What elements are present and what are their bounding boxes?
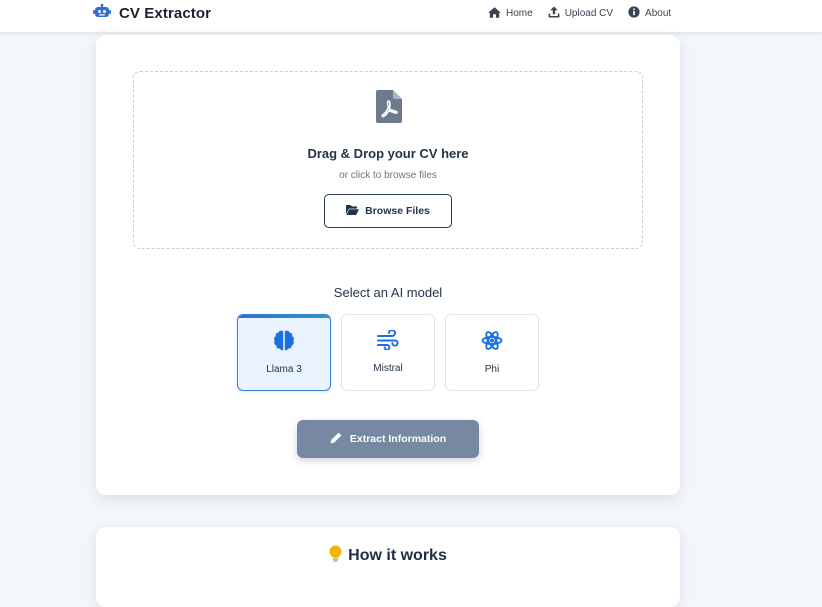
- model-label-llama3: Llama 3: [266, 364, 302, 375]
- nav-upload[interactable]: Upload CV: [548, 6, 613, 21]
- nav-upload-label: Upload CV: [564, 8, 614, 19]
- folder-open-icon: [346, 204, 360, 218]
- upload-icon: [548, 6, 560, 21]
- wind-icon: [377, 329, 399, 355]
- nav-about[interactable]: About: [628, 6, 671, 21]
- brand[interactable]: CV Extractor: [93, 3, 212, 23]
- model-label-mistral: Mistral: [373, 363, 403, 374]
- model-options: Llama 3 Mistral Phi: [237, 314, 539, 391]
- home-icon: [488, 6, 501, 21]
- dropzone-title: Drag & Drop your CV here: [307, 146, 469, 161]
- nav-home-label: Home: [506, 8, 533, 19]
- navbar: CV Extractor Home Upload CV About: [0, 0, 822, 33]
- nav-links: Home Upload CV About: [488, 6, 671, 21]
- cv-dropzone[interactable]: Drag & Drop your CV here or click to bro…: [133, 71, 643, 249]
- how-it-works-card: How it works: [96, 527, 680, 607]
- nav-home[interactable]: Home: [488, 6, 533, 21]
- atom-icon: [481, 330, 503, 356]
- robot-icon: [93, 3, 111, 23]
- lightbulb-icon: [329, 545, 342, 567]
- browse-files-label: Browse Files: [365, 205, 430, 217]
- pencil-icon: [330, 432, 342, 447]
- dropzone-subtitle: or click to browse files: [339, 170, 437, 181]
- extract-information-label: Extract Information: [349, 433, 447, 445]
- nav-about-label: About: [645, 8, 672, 19]
- browse-files-button[interactable]: Browse Files: [324, 194, 452, 228]
- info-icon: [628, 6, 640, 21]
- model-option-mistral[interactable]: Mistral: [341, 314, 435, 391]
- how-it-works-title: How it works: [348, 547, 447, 564]
- brand-title: CV Extractor: [119, 4, 212, 22]
- upload-card: Drag & Drop your CV here or click to bro…: [96, 35, 680, 495]
- extract-information-button[interactable]: Extract Information: [297, 420, 479, 458]
- model-option-phi[interactable]: Phi: [445, 314, 539, 391]
- model-label-phi: Phi: [484, 364, 500, 375]
- model-option-llama3[interactable]: Llama 3: [237, 314, 331, 391]
- model-heading: Select an AI model: [333, 285, 443, 300]
- pdf-file-icon: [376, 90, 402, 128]
- how-it-works-heading: How it works: [96, 545, 680, 567]
- brain-icon: [273, 330, 295, 356]
